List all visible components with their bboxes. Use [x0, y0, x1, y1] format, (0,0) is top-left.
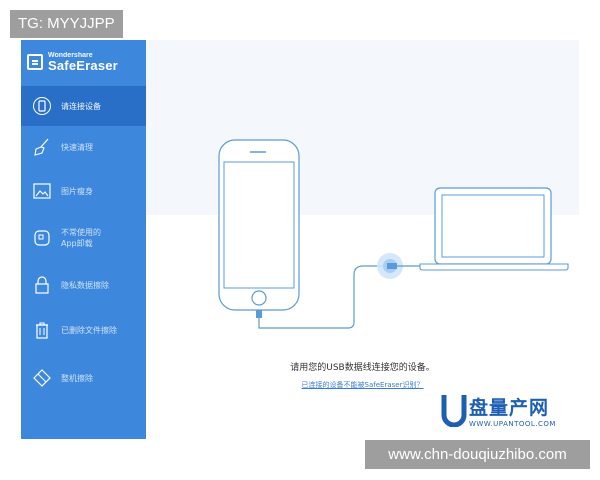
sidebar-item-full-erase[interactable]: 整机擦除 [21, 358, 146, 398]
safeeraser-window: Wondershare SafeEraser 请连接设备 快速清理 图片瘦身 不… [21, 40, 579, 439]
sidebar-item-label: 不常使用的 App卸载 [61, 227, 101, 249]
phone-illustration [218, 139, 300, 318]
phone-icon [31, 95, 53, 117]
brand: Wondershare SafeEraser [27, 46, 118, 78]
watermark-bottom: www.chn-douqiuzhibo.com [365, 440, 590, 469]
sidebar-item-quick-clean[interactable]: 快速清理 [21, 127, 146, 167]
app-icon [31, 227, 53, 249]
broom-icon [31, 136, 53, 158]
brand-company: Wondershare [48, 52, 93, 59]
u-logo-icon [441, 395, 467, 427]
watermark-top: TG: MYYJJPP [10, 10, 123, 38]
sidebar-item-connect-device[interactable]: 请连接设备 [21, 86, 146, 126]
device-connection-illustration [218, 139, 569, 329]
connect-instruction: 请用您的USB数据线连接您的设备。 [290, 363, 435, 373]
logo-url: WWW.UPANTOOL.COM [469, 420, 556, 428]
device-not-recognized-link[interactable]: 已连接的设备不能被SafeEraser识别？ [146, 380, 579, 390]
sidebar-item-privacy-erase[interactable]: 隐私数据擦除 [21, 265, 146, 305]
sidebar-item-label-line2: App卸载 [61, 239, 93, 248]
sidebar: Wondershare SafeEraser 请连接设备 快速清理 图片瘦身 不… [21, 40, 146, 439]
sidebar-item-label: 整机擦除 [61, 373, 93, 383]
sidebar-item-label-line1: 不常使用的 [61, 228, 101, 237]
logo-title: 盘量产网 [469, 397, 550, 419]
brand-text: Wondershare SafeEraser [48, 52, 118, 72]
sidebar-item-photo-slim[interactable]: 图片瘦身 [21, 171, 146, 211]
sidebar-item-label: 隐私数据擦除 [61, 280, 109, 290]
main-panel: 请用您的USB数据线连接您的设备。 已连接的设备不能被SafeEraser识别？ [146, 40, 579, 439]
sidebar-item-label: 请连接设备 [61, 101, 101, 111]
image-icon [31, 180, 53, 202]
sidebar-item-app-uninstall[interactable]: 不常使用的 App卸载 [21, 218, 146, 258]
sidebar-item-deleted-files-erase[interactable]: 已删除文件擦除 [21, 310, 146, 350]
upantool-logo: 盘量产网 WWW.UPANTOOL.COM [439, 391, 589, 437]
brand-logo-icon [27, 54, 43, 70]
lock-icon [31, 274, 53, 296]
brand-product: SafeEraser [48, 58, 118, 73]
laptop-illustration [396, 187, 569, 271]
sidebar-item-label: 图片瘦身 [61, 186, 93, 196]
eraser-icon [31, 367, 53, 389]
trash-icon [31, 319, 53, 341]
sidebar-item-label: 快速清理 [61, 142, 93, 152]
sidebar-item-label: 已删除文件擦除 [61, 325, 117, 335]
